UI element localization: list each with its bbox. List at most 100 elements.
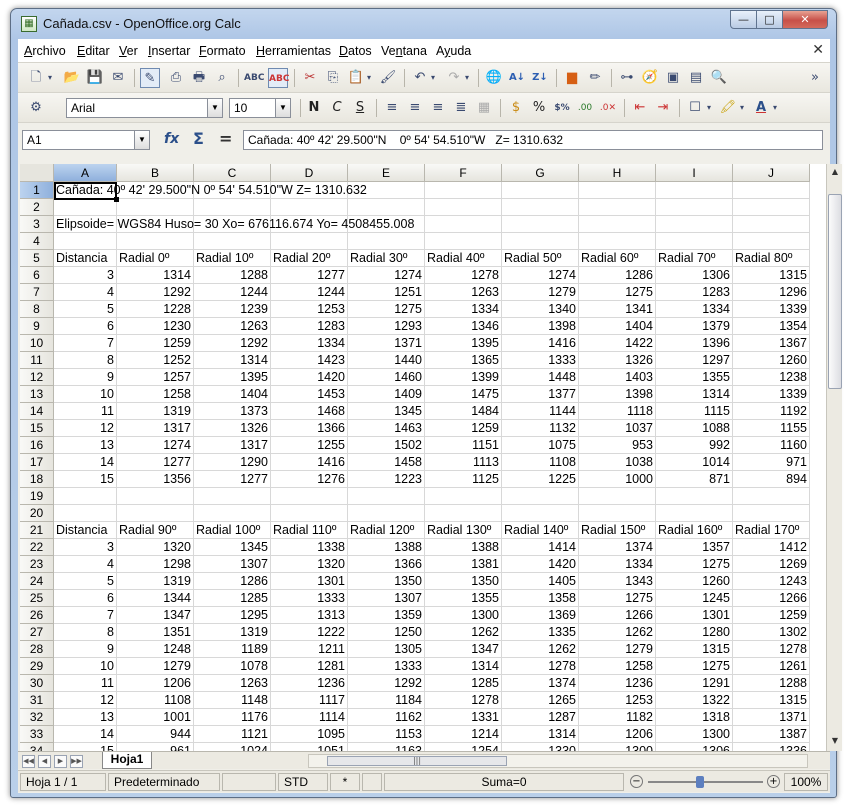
table-cell[interactable]: 1286	[579, 267, 656, 284]
table-cell[interactable]: 1078	[194, 658, 271, 675]
table-cell[interactable]: 1333	[502, 352, 579, 369]
empty-cell[interactable]	[194, 488, 271, 505]
column-header-d[interactable]: D	[271, 164, 348, 182]
row-header-33[interactable]: 33	[20, 726, 54, 743]
row-header-3[interactable]: 3	[20, 216, 54, 233]
font-color-icon[interactable]: A	[751, 98, 771, 118]
empty-cell[interactable]	[271, 488, 348, 505]
sort-ascending-icon[interactable]: A↓	[507, 68, 527, 88]
table-cell[interactable]: 1288	[194, 267, 271, 284]
table-cell[interactable]: 1290	[194, 454, 271, 471]
table-cell[interactable]: 1236	[271, 675, 348, 692]
table-cell[interactable]: 1245	[656, 590, 733, 607]
empty-cell[interactable]	[194, 199, 271, 216]
table-header-cell[interactable]: Radial 120º	[348, 522, 425, 539]
table-cell[interactable]: 1333	[348, 658, 425, 675]
empty-cell[interactable]	[579, 216, 656, 233]
table-cell[interactable]: 1307	[194, 556, 271, 573]
table-cell[interactable]: 1277	[271, 267, 348, 284]
table-cell[interactable]: 7	[54, 607, 117, 624]
row-header-7[interactable]: 7	[20, 284, 54, 301]
toolbar-more-icon[interactable]: »	[808, 68, 822, 88]
row-header-34[interactable]: 34	[20, 743, 54, 751]
table-cell[interactable]: 1248	[117, 641, 194, 658]
table-cell[interactable]: 1274	[117, 437, 194, 454]
empty-cell[interactable]	[425, 505, 502, 522]
undo-dropdown-icon[interactable]: ▾	[427, 68, 439, 88]
table-cell[interactable]: 1277	[117, 454, 194, 471]
align-left-icon[interactable]: ≡	[382, 98, 402, 118]
table-cell[interactable]: 1162	[348, 709, 425, 726]
table-cell[interactable]: 1399	[425, 369, 502, 386]
email-icon[interactable]: ✉	[108, 68, 128, 88]
print-icon[interactable]: 🖶	[189, 68, 209, 88]
next-sheet-icon[interactable]: ▶	[54, 755, 67, 768]
table-cell[interactable]: 1369	[502, 607, 579, 624]
row-header-28[interactable]: 28	[20, 641, 54, 658]
empty-cell[interactable]	[194, 233, 271, 250]
table-cell[interactable]: 1502	[348, 437, 425, 454]
table-cell[interactable]: 1014	[656, 454, 733, 471]
column-header-i[interactable]: I	[656, 164, 733, 182]
borders-icon[interactable]: ☐	[685, 98, 705, 118]
background-color-icon[interactable]: 🖍	[718, 98, 738, 118]
table-cell[interactable]: 1275	[656, 556, 733, 573]
table-cell[interactable]: 1341	[579, 301, 656, 318]
column-header-j[interactable]: J	[733, 164, 810, 182]
table-cell[interactable]: 1117	[271, 692, 348, 709]
horizontal-scroll-thumb[interactable]: |||	[327, 756, 507, 766]
table-header-cell[interactable]: Radial 0º	[117, 250, 194, 267]
empty-cell[interactable]	[502, 505, 579, 522]
empty-cell[interactable]	[656, 199, 733, 216]
table-cell[interactable]: 8	[54, 352, 117, 369]
format-paintbrush-icon[interactable]: 🖌	[378, 68, 398, 88]
table-cell[interactable]: 1038	[579, 454, 656, 471]
table-cell[interactable]: 1222	[271, 624, 348, 641]
table-cell[interactable]: 1275	[348, 301, 425, 318]
empty-cell[interactable]	[117, 505, 194, 522]
table-cell[interactable]: 1334	[579, 556, 656, 573]
table-cell[interactable]: 1356	[117, 471, 194, 488]
page-preview-icon[interactable]: ⌕	[212, 68, 232, 88]
table-cell[interactable]: 5	[54, 301, 117, 318]
table-cell[interactable]: 1113	[425, 454, 502, 471]
menu-ventana[interactable]: Ventana	[381, 44, 427, 58]
table-cell[interactable]: 1214	[425, 726, 502, 743]
empty-cell[interactable]	[54, 505, 117, 522]
table-cell[interactable]: 1315	[656, 641, 733, 658]
table-cell[interactable]: 13	[54, 709, 117, 726]
table-cell[interactable]: 1244	[271, 284, 348, 301]
empty-cell[interactable]	[425, 199, 502, 216]
table-cell[interactable]: 1379	[656, 318, 733, 335]
new-dropdown-icon[interactable]: ▾	[44, 68, 56, 88]
table-cell[interactable]: 871	[656, 471, 733, 488]
table-cell[interactable]: 1288	[733, 675, 810, 692]
table-cell[interactable]: 1258	[117, 386, 194, 403]
table-cell[interactable]: 1423	[271, 352, 348, 369]
table-header-cell[interactable]: Radial 170º	[733, 522, 810, 539]
empty-cell[interactable]	[733, 182, 810, 199]
open-folder-icon[interactable]: 📂	[62, 68, 82, 88]
empty-cell[interactable]	[117, 488, 194, 505]
menu-ver[interactable]: Ver	[119, 44, 138, 58]
table-cell[interactable]: 971	[733, 454, 810, 471]
table-cell[interactable]: 1153	[348, 726, 425, 743]
table-cell[interactable]: 1305	[348, 641, 425, 658]
column-header-b[interactable]: B	[117, 164, 194, 182]
table-cell[interactable]: 1285	[425, 675, 502, 692]
row-header-21[interactable]: 21	[20, 522, 54, 539]
close-document-icon[interactable]: ✕	[812, 42, 824, 58]
row-header-23[interactable]: 23	[20, 556, 54, 573]
table-cell[interactable]: 1278	[733, 641, 810, 658]
table-cell[interactable]: 10	[54, 658, 117, 675]
empty-cell[interactable]	[733, 216, 810, 233]
empty-cell[interactable]	[348, 233, 425, 250]
row-header-16[interactable]: 16	[20, 437, 54, 454]
table-cell[interactable]: 1243	[733, 573, 810, 590]
table-cell[interactable]: 1251	[348, 284, 425, 301]
table-cell[interactable]: 1262	[502, 641, 579, 658]
row-header-13[interactable]: 13	[20, 386, 54, 403]
table-cell[interactable]: 1334	[425, 301, 502, 318]
table-cell[interactable]: 894	[733, 471, 810, 488]
table-cell[interactable]: 1347	[425, 641, 502, 658]
